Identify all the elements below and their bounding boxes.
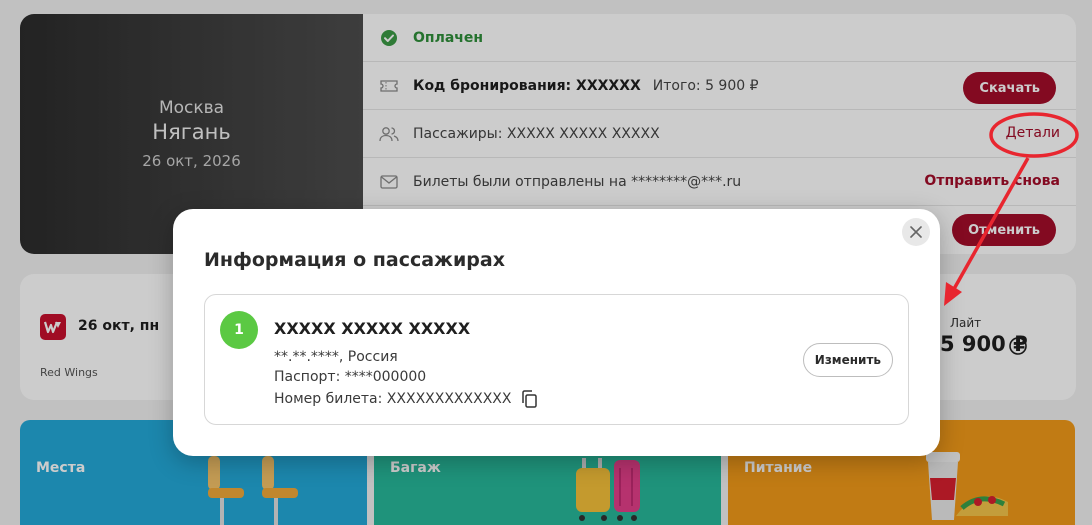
passenger-birthdate-country: **.**.****, Россия bbox=[274, 349, 398, 365]
passenger-passport: Паспорт: ****000000 bbox=[274, 369, 427, 385]
passenger-name: XXXXX XXXXX XXXXX bbox=[274, 319, 471, 338]
modal-title: Информация о пассажирах bbox=[204, 249, 505, 271]
passenger-ticket-row: Номер билета: XXXXXXXXXXXXX bbox=[274, 390, 538, 408]
passenger-ticket-number: Номер билета: XXXXXXXXXXXXX bbox=[274, 391, 512, 407]
copy-icon[interactable] bbox=[521, 390, 538, 408]
passenger-info-modal: Информация о пассажирах 1 XXXXX XXXXX XX… bbox=[173, 209, 940, 456]
passenger-card: 1 XXXXX XXXXX XXXXX **.**.****, Россия П… bbox=[204, 294, 909, 425]
modal-close-button[interactable] bbox=[902, 218, 930, 246]
close-icon bbox=[910, 226, 922, 238]
edit-passenger-button[interactable]: Изменить bbox=[802, 343, 893, 377]
passenger-number-badge: 1 bbox=[220, 311, 258, 349]
